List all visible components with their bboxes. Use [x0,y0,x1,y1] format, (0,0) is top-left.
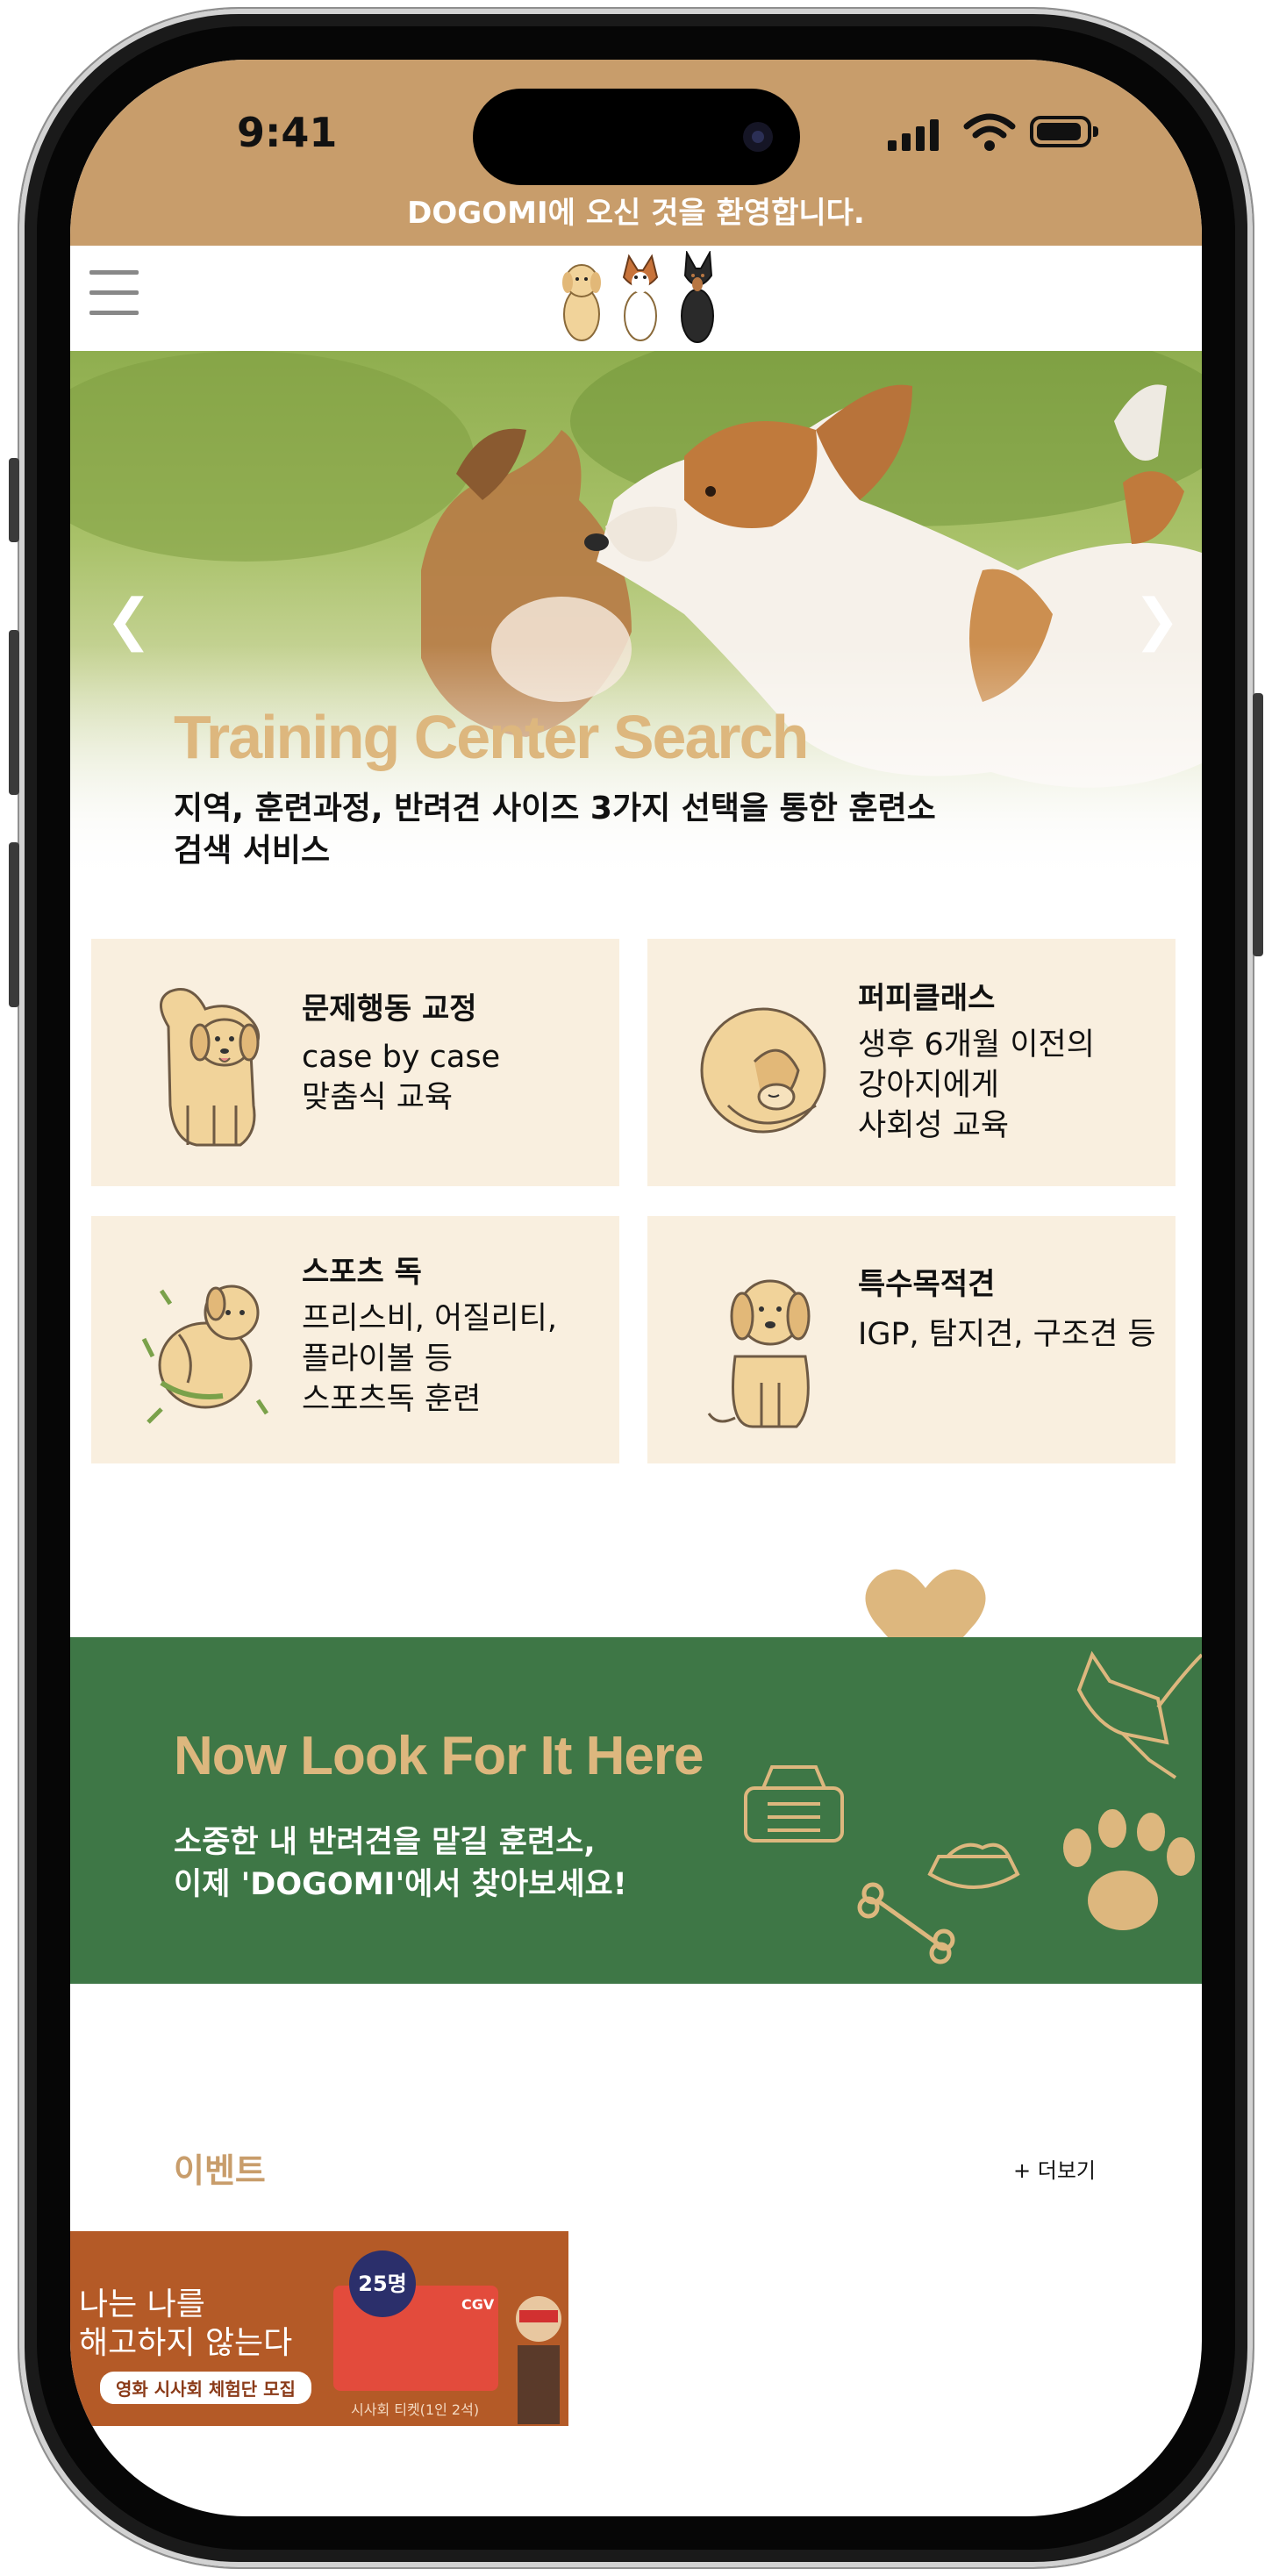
event-headline: 나는 나를 해고하지 않는다 [79,2286,293,2361]
wifi-icon [963,113,1016,151]
app-header [70,246,1202,351]
events-more-link[interactable]: + 더보기 [1013,2153,1096,2184]
promo-title: Now Look For It Here [174,1726,704,1786]
category-title: 퍼피클래스 [858,981,996,1016]
food-bowl-icon [927,1843,1020,1889]
battery-icon [1030,116,1098,147]
category-card-behavior[interactable]: 문제행동 교정 case by case 맞춤식 교육 [91,939,619,1186]
silent-switch [9,458,19,542]
category-title: 스포츠 독 [302,1255,422,1290]
event-caption: 시사회 티켓(1인 2석) [351,2401,480,2418]
promo-banner[interactable]: Now Look For It Here 소중한 내 반려견을 맡길 훈련소, … [70,1637,1202,1984]
category-card-puppy-class[interactable]: 퍼피클래스 생후 6개월 이전의 강아지에게 사회성 교육 [647,939,1176,1186]
curled-puppy-icon [700,1007,826,1134]
volume-up-button [9,630,19,795]
power-button [1253,693,1263,956]
volume-down-button [9,842,19,1007]
category-description: 생후 6개월 이전의 강아지에게 사회성 교육 [858,1027,1095,1143]
hero-description: 지역, 훈련과정, 반려견 사이즈 3가지 선택을 통한 훈련소 검색 서비스 [174,791,936,869]
category-description: IGP, 탐지견, 구조견 등 [858,1317,1156,1352]
category-title: 특수목적견 [858,1267,996,1302]
pet-carrier-icon [744,1765,844,1843]
welcome-banner: DOGOMI에 오신 것을 환영합니다. [407,196,865,231]
category-card-sports-dog[interactable]: 스포츠 독 프리스비, 어질리티, 플라이볼 등 스포츠독 훈련 [91,1216,619,1463]
character-figure-image [516,2296,561,2424]
category-card-special-purpose[interactable]: 특수목적견 IGP, 탐지견, 구조견 등 [647,1216,1176,1463]
pet-icons-decoration [744,1650,1202,1964]
carousel-prev-button[interactable]: ❮ [105,588,153,653]
logo-three-dogs[interactable] [548,251,732,347]
hero-carousel[interactable]: ❮ ❯ Training Center Search 지역, 훈련과정, 반려견… [70,351,1202,884]
events-section-title: 이벤트 [174,2151,266,2190]
dog-outline-icon [1076,1650,1202,1779]
bone-icon [857,1882,955,1964]
category-title: 문제행동 교정 [302,991,477,1027]
status-time: 9:41 [237,109,338,156]
sitting-dog-icon [707,1279,811,1428]
promo-description: 소중한 내 반려견을 맡길 훈련소, 이제 'DOGOMI'에서 찾아보세요! [174,1825,627,1902]
brand-label: CGV [461,2296,495,2313]
event-banner[interactable]: 나는 나를 해고하지 않는다 영화 시사회 체험단 모집 25명 CGV 시사회… [70,2231,568,2426]
event-badge: 25명 [349,2250,416,2317]
category-description: case by case 맞춤식 교육 [302,1040,501,1115]
standing-dog-icon [160,988,260,1147]
menu-icon[interactable] [89,270,139,323]
dynamic-island [473,89,800,185]
screen: 9:41 DOGOMI에 오신 것을 환영합니다. ❮ ❯ Training C… [70,60,1202,2516]
hero-title: Training Center Search [174,703,809,771]
event-tag: 영화 시사회 체험단 모집 [100,2372,311,2404]
paw-print-icon [1063,1809,1195,1930]
category-description: 프리스비, 어질리티, 플라이볼 등 스포츠독 훈련 [302,1301,557,1417]
cellular-signal-icon [888,119,939,151]
carousel-next-button[interactable]: ❯ [1133,588,1181,653]
status-bar: 9:41 DOGOMI에 오신 것을 환영합니다. [70,60,1202,246]
rolling-dog-icon [141,1284,269,1424]
